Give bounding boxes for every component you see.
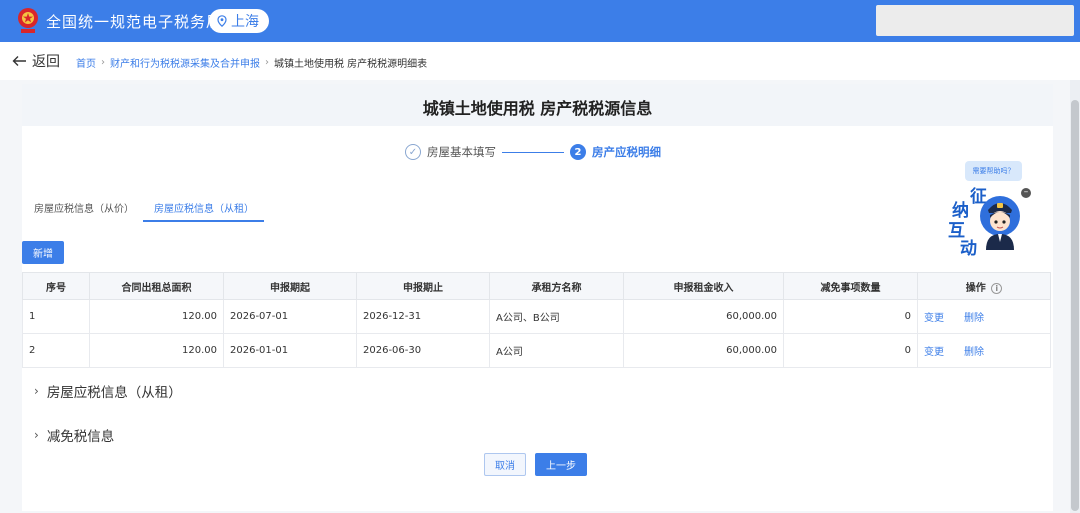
tab-ad-valorem[interactable]: 房屋应税信息（从价） xyxy=(34,200,134,215)
active-tab-indicator xyxy=(143,220,264,222)
cell-tenant: A公司、B公司 xyxy=(489,299,624,334)
arrow-left-icon xyxy=(12,56,26,66)
cell-relief-count: 0 xyxy=(783,333,918,368)
edit-link[interactable]: 变更 xyxy=(924,347,944,358)
section-label: 减免税信息 xyxy=(46,429,115,445)
cell-end-date: 2026-06-30 xyxy=(356,333,490,368)
delete-link[interactable]: 删除 xyxy=(964,347,984,358)
cell-index: 2 xyxy=(22,333,90,368)
cell-operations: 变更 删除 xyxy=(917,333,1051,368)
step-2-number: 2 xyxy=(570,144,586,160)
back-label: 返回 xyxy=(32,54,60,70)
column-header: 承租方名称 xyxy=(489,272,624,300)
app-title: 全国统一规范电子税务局 xyxy=(46,13,223,31)
help-widget[interactable]: 需要帮助吗？ – 征 纳 互 动 xyxy=(944,160,1034,259)
table-row: 2 120.00 2026-01-01 2026-06-30 A公司 60,00… xyxy=(22,333,1051,368)
breadcrumb: 首页 › 财产和行为税税源采集及合并申报 › 城镇土地使用税 房产税税源明细表 xyxy=(76,55,427,70)
info-icon[interactable]: i xyxy=(991,282,1003,294)
tax-emblem-icon xyxy=(18,8,38,33)
edit-link[interactable]: 变更 xyxy=(924,313,944,324)
cell-index: 1 xyxy=(22,299,90,334)
column-header-operations: 操作 i xyxy=(917,272,1051,300)
breadcrumb-item-current: 城镇土地使用税 房产税税源明细表 xyxy=(274,59,428,70)
scrollbar-thumb[interactable] xyxy=(1071,100,1079,511)
assistant-avatar-icon xyxy=(980,196,1020,250)
breadcrumb-bar: 返回 首页 › 财产和行为税税源采集及合并申报 › 城镇土地使用税 房产税税源明… xyxy=(0,42,1080,80)
location-pin-icon xyxy=(217,15,227,27)
column-header: 减免事项数量 xyxy=(783,272,918,300)
breadcrumb-item-filing[interactable]: 财产和行为税税源采集及合并申报 xyxy=(110,55,260,70)
cell-relief-count: 0 xyxy=(783,299,918,334)
breadcrumb-separator-icon: › xyxy=(265,57,269,68)
previous-step-button[interactable]: 上一步 xyxy=(535,453,587,476)
cell-area: 120.00 xyxy=(89,299,224,334)
city-selector[interactable]: 上海 xyxy=(209,9,269,33)
chevron-right-icon: › xyxy=(34,428,39,442)
step-2-label: 房产应税明细 xyxy=(592,145,661,159)
column-header: 申报期止 xyxy=(356,272,490,300)
city-label: 上海 xyxy=(231,14,259,30)
table-header-row: 序号 合同出租总面积 申报期起 申报期止 承租方名称 申报租金收入 减免事项数量… xyxy=(22,272,1051,300)
cell-income: 60,000.00 xyxy=(623,333,784,368)
delete-link[interactable]: 删除 xyxy=(964,313,984,324)
cell-area: 120.00 xyxy=(89,333,224,368)
step-connector xyxy=(502,151,564,153)
user-info-area[interactable] xyxy=(876,5,1074,36)
top-bar: 全国统一规范电子税务局 上海 xyxy=(0,0,1080,42)
column-header: 序号 xyxy=(22,272,90,300)
helper-char: 动 xyxy=(960,239,977,259)
tab-rent-based[interactable]: 房屋应税信息（从租） xyxy=(154,200,254,215)
panel-header: 城镇土地使用税 房产税税源信息 xyxy=(22,84,1053,126)
breadcrumb-separator-icon: › xyxy=(101,57,105,68)
cell-income: 60,000.00 xyxy=(623,299,784,334)
cell-start-date: 2026-07-01 xyxy=(223,299,357,334)
section-relief-info[interactable]: › 减免税信息 xyxy=(34,425,114,445)
main-panel: 城镇土地使用税 房产税税源信息 ✓ 房屋基本填写 2 房产应税明细 房屋应税信息… xyxy=(22,84,1053,511)
check-circle-icon: ✓ xyxy=(405,144,421,160)
column-header: 申报租金收入 xyxy=(623,272,784,300)
rent-table: 序号 合同出租总面积 申报期起 申报期止 承租方名称 申报租金收入 减免事项数量… xyxy=(22,272,1051,368)
cell-operations: 变更 删除 xyxy=(917,299,1051,334)
breadcrumb-item-home[interactable]: 首页 xyxy=(76,55,96,70)
section-rent-tax-info[interactable]: › 房屋应税信息（从租） xyxy=(34,381,182,401)
column-header: 申报期起 xyxy=(223,272,357,300)
operations-label: 操作 xyxy=(965,282,986,294)
cell-start-date: 2026-01-01 xyxy=(223,333,357,368)
add-button[interactable]: 新增 xyxy=(22,241,64,264)
help-bubble[interactable]: 需要帮助吗？ xyxy=(965,161,1022,181)
page-title: 城镇土地使用税 房产税税源信息 xyxy=(422,99,653,118)
column-header: 合同出租总面积 xyxy=(89,272,224,300)
cell-tenant: A公司 xyxy=(489,333,624,368)
table-row: 1 120.00 2026-07-01 2026-12-31 A公司、B公司 6… xyxy=(22,299,1051,334)
section-label: 房屋应税信息（从租） xyxy=(46,385,182,401)
cell-end-date: 2026-12-31 xyxy=(356,299,490,334)
cancel-button[interactable]: 取消 xyxy=(484,453,526,476)
chevron-right-icon: › xyxy=(34,384,39,398)
step-1-label[interactable]: 房屋基本填写 xyxy=(427,144,496,160)
step-indicator: ✓ 房屋基本填写 2 房产应税明细 xyxy=(405,143,661,161)
back-button[interactable]: 返回 xyxy=(12,51,60,71)
close-helper-icon[interactable]: – xyxy=(1021,188,1031,198)
